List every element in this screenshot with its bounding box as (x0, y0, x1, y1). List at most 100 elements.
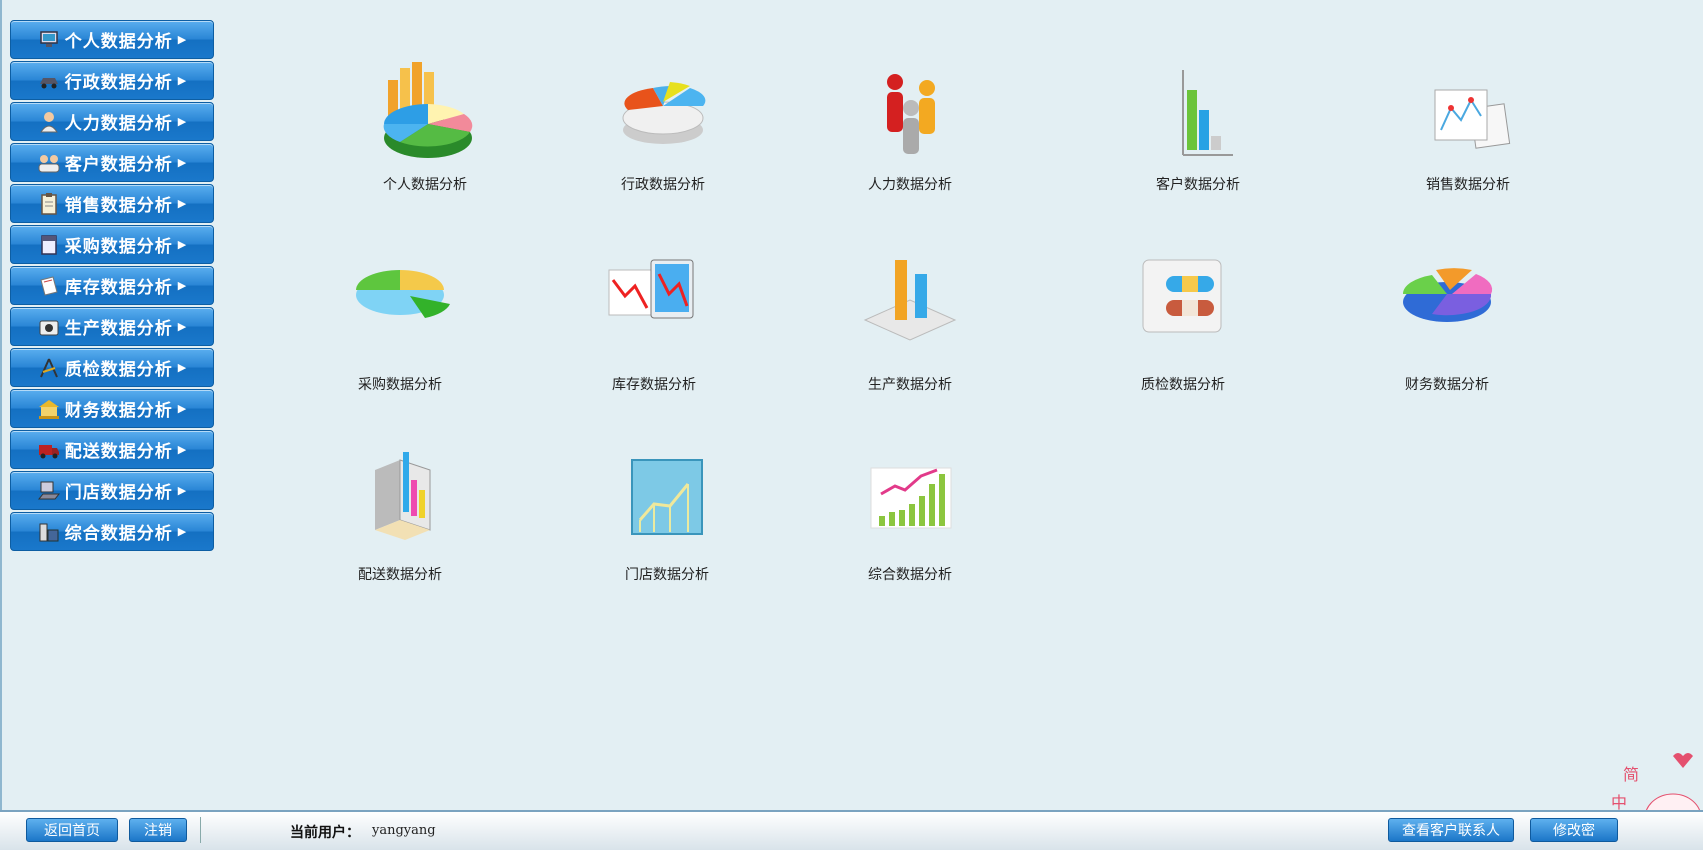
bar-chart-3d-icon (1182, 70, 1233, 156)
sidebar-item-label: 门店数据分析 (64, 483, 173, 503)
stock-monitor-icon (608, 259, 694, 319)
sidebar-item-overall[interactable]: 综合数据分析 ▶ (10, 512, 214, 551)
sidebar-item-label: 生产数据分析 (64, 319, 173, 339)
bar-3d-base-icon (863, 260, 957, 341)
change-password-button[interactable]: 修改密 (1530, 818, 1618, 842)
tile-customer[interactable]: 客户数据分析 (1113, 60, 1283, 200)
tile-label: 生产数据分析 (868, 377, 952, 393)
tile-inventory[interactable]: 库存数据分析 (569, 250, 739, 400)
pill-box-icon (1142, 259, 1222, 333)
sidebar-item-finance[interactable]: 财务数据分析 ▶ (10, 389, 214, 428)
sidebar-item-label: 个人数据分析 (64, 32, 173, 52)
arrow-right-icon: ▶ (177, 279, 188, 292)
clipboard-icon (41, 192, 57, 215)
tile-label: 客户数据分析 (1156, 177, 1240, 193)
sidebar-item-delivery[interactable]: 配送数据分析 ▶ (10, 430, 214, 469)
tile-label: 行政数据分析 (621, 177, 705, 193)
tile-quality[interactable]: 质检数据分析 (1098, 250, 1268, 400)
arrow-right-icon: ▶ (177, 115, 188, 128)
tile-production[interactable]: 生产数据分析 (825, 250, 995, 400)
svg-text:简: 简 (1623, 765, 1639, 784)
sidebar-item-label: 行政数据分析 (64, 73, 173, 93)
growth-chart-icon (870, 467, 952, 529)
sidebar-item-hr[interactable]: 人力数据分析 ▶ (10, 102, 214, 141)
tile-label: 销售数据分析 (1426, 177, 1510, 193)
sidebar-item-quality[interactable]: 质检数据分析 ▶ (10, 348, 214, 387)
sidebar-item-personal[interactable]: 个人数据分析 ▶ (10, 20, 214, 59)
truck-icon (38, 444, 59, 458)
arrow-right-icon: ▶ (177, 525, 188, 538)
monitor-icon (40, 30, 58, 47)
sidebar-item-inventory[interactable]: 库存数据分析 ▶ (10, 266, 214, 305)
sidebar-item-label: 销售数据分析 (64, 196, 173, 216)
tile-sales[interactable]: 销售数据分析 (1383, 60, 1553, 200)
calendar-icon (41, 234, 57, 255)
arrow-right-icon: ▶ (177, 197, 188, 210)
line-chart-icon (631, 459, 703, 535)
arrow-right-icon: ▶ (177, 443, 188, 456)
pie-exploded-icon (1402, 268, 1493, 322)
arrow-right-icon: ▶ (177, 320, 188, 333)
people-icon (38, 154, 60, 172)
sidebar-item-label: 采购数据分析 (64, 237, 173, 257)
tile-overall[interactable]: 综合数据分析 (825, 440, 995, 590)
sidebar-item-production[interactable]: 生产数据分析 ▶ (10, 307, 214, 346)
home-button[interactable]: 返回首页 (26, 818, 118, 842)
tile-admin[interactable]: 行政数据分析 (578, 60, 748, 200)
footer-bar: 返回首页 注销 当前用户： yangyang 查看客户联系人 修改密 (0, 810, 1703, 850)
sidebar-item-label: 配送数据分析 (64, 442, 173, 462)
report-sheet-icon (1434, 89, 1511, 149)
logout-button[interactable]: 注销 (129, 818, 187, 842)
tile-personal[interactable]: 个人数据分析 (340, 60, 510, 200)
sidebar-item-sales[interactable]: 销售数据分析 ▶ (10, 184, 214, 223)
sidebar-item-label: 质检数据分析 (64, 360, 173, 380)
arrow-right-icon: ▶ (177, 33, 188, 46)
tile-label: 个人数据分析 (383, 177, 467, 193)
bar-box-3d-icon (375, 452, 431, 540)
sidebar-item-store[interactable]: 门店数据分析 ▶ (10, 471, 214, 510)
current-user-label: 当前用户： (290, 825, 360, 841)
bank-icon (38, 399, 59, 419)
sidebar-item-label: 客户数据分析 (64, 155, 173, 175)
tile-finance[interactable]: 财务数据分析 (1362, 250, 1532, 400)
toolbox-icon (39, 523, 59, 541)
bar-pie-3d-icon (383, 62, 473, 158)
tile-purchase[interactable]: 采购数据分析 (315, 250, 485, 400)
left-border (0, 0, 2, 810)
tile-label: 财务数据分析 (1405, 377, 1489, 393)
tile-label: 综合数据分析 (868, 567, 952, 583)
car-icon (39, 77, 58, 88)
current-user-value: yangyang (372, 823, 436, 838)
people-figures-icon (887, 74, 935, 154)
arrow-right-icon: ▶ (177, 156, 188, 169)
arrow-right-icon: ▶ (177, 74, 188, 87)
sidebar-item-customer[interactable]: 客户数据分析 ▶ (10, 143, 214, 182)
arrow-right-icon: ▶ (177, 238, 188, 251)
sidebar-item-label: 库存数据分析 (64, 278, 173, 298)
arrow-right-icon: ▶ (177, 484, 188, 497)
computer-icon (37, 481, 60, 499)
tile-label: 质检数据分析 (1141, 377, 1225, 393)
tile-delivery[interactable]: 配送数据分析 (315, 440, 485, 590)
pie-slice-icon (356, 270, 450, 318)
sidebar-item-label: 财务数据分析 (64, 401, 173, 421)
sidebar-item-purchase[interactable]: 采购数据分析 ▶ (10, 225, 214, 264)
tile-label: 人力数据分析 (868, 177, 952, 193)
person-icon (39, 111, 58, 132)
arrow-right-icon: ▶ (177, 361, 188, 374)
tile-label: 配送数据分析 (358, 567, 442, 583)
compass-icon (39, 358, 58, 377)
tile-hr[interactable]: 人力数据分析 (825, 60, 995, 200)
tile-store[interactable]: 门店数据分析 (582, 440, 752, 590)
arrow-right-icon: ▶ (177, 402, 188, 415)
tile-label: 门店数据分析 (625, 567, 709, 583)
view-contacts-button[interactable]: 查看客户联系人 (1388, 818, 1514, 842)
sidebar-item-label: 综合数据分析 (64, 524, 173, 544)
sidebar-item-label: 人力数据分析 (64, 114, 173, 134)
document-icon (40, 275, 58, 296)
camera-icon (39, 320, 59, 335)
sidebar-item-admin[interactable]: 行政数据分析 ▶ (10, 61, 214, 100)
footer-divider (200, 817, 201, 843)
pie-3d-icon (622, 82, 706, 144)
tile-label: 库存数据分析 (612, 377, 696, 393)
